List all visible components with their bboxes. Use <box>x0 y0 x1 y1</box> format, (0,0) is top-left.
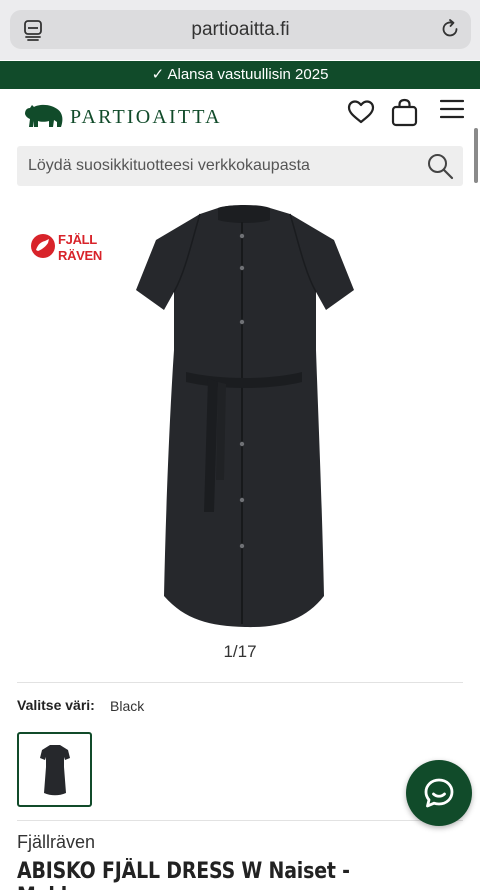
site-logo[interactable]: PARTIOAITTA <box>23 99 222 129</box>
url-text[interactable]: partioaitta.fi <box>10 19 471 41</box>
svg-text:FJÄLL: FJÄLL <box>58 232 97 247</box>
logo-text: PARTIOAITTA <box>70 105 222 128</box>
dress-thumbnail-icon <box>40 745 70 796</box>
site-header: PARTIOAITTA <box>0 89 480 141</box>
browser-address-bar: partioaitta.fi <box>0 0 480 60</box>
page-scrollbar[interactable] <box>474 128 478 183</box>
promo-banner[interactable]: ✓ Alansa vastuullisin 2025 <box>0 61 480 89</box>
svg-text:RÄVEN: RÄVEN <box>58 248 102 263</box>
product-brand[interactable]: Fjällräven <box>17 832 95 853</box>
image-counter: 1/17 <box>223 642 257 661</box>
url-field[interactable]: partioaitta.fi <box>10 10 471 49</box>
reload-icon[interactable] <box>439 18 461 40</box>
chat-bubble-icon <box>424 778 454 808</box>
color-swatch-black[interactable] <box>17 732 92 807</box>
search-input[interactable]: Löydä suosikkituotteesi verkkokaupasta <box>17 146 463 186</box>
chat-button[interactable] <box>406 760 472 826</box>
shopping-bag-icon[interactable] <box>391 98 418 127</box>
search-icon[interactable] <box>426 152 454 180</box>
product-title: ABISKO FJÄLL DRESS W Naiset - Mekko <box>17 859 350 890</box>
search-placeholder: Löydä suosikkituotteesi verkkokaupasta <box>28 157 310 174</box>
divider <box>17 682 463 683</box>
bear-logo-icon <box>25 104 63 127</box>
hamburger-menu-icon[interactable] <box>440 99 464 119</box>
divider <box>17 820 463 821</box>
color-label: Valitse väri: <box>17 697 95 713</box>
heart-icon[interactable] <box>347 99 375 125</box>
fjallraven-brand-logo[interactable]: FJÄLL RÄVEN <box>30 230 116 264</box>
product-image[interactable] <box>130 200 360 630</box>
color-value: Black <box>110 698 145 714</box>
